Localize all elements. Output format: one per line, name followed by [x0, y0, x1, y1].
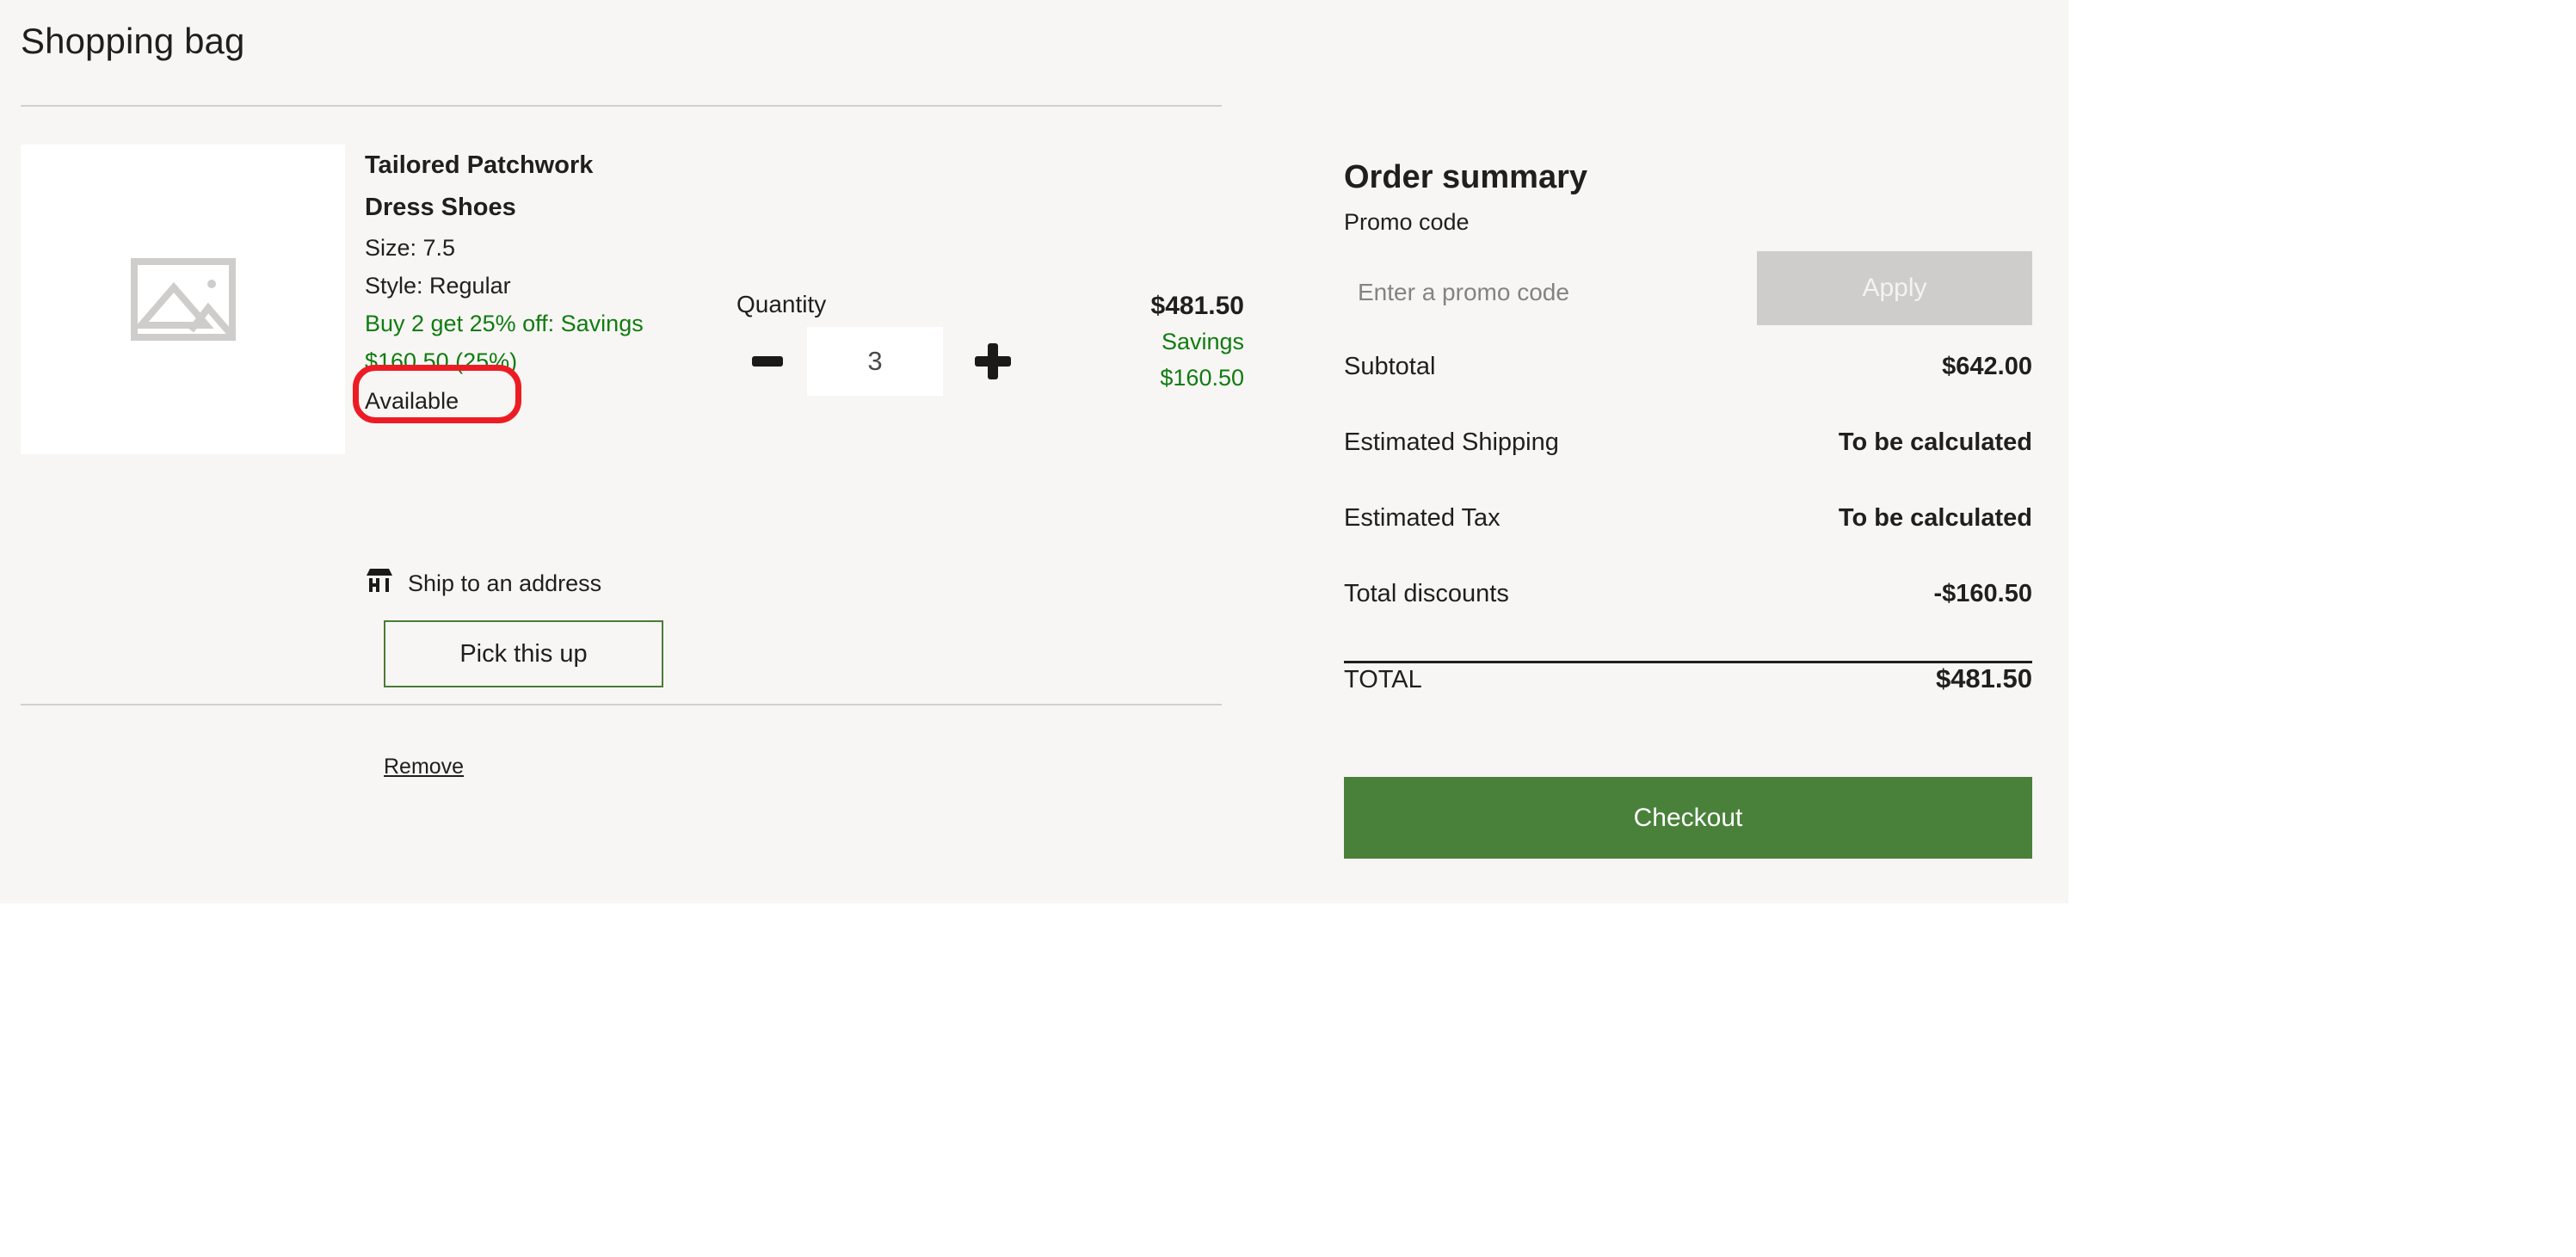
summary-rows: Subtotal $642.00 Estimated Shipping To b… [1344, 353, 2032, 739]
summary-row-subtotal: Subtotal $642.00 [1344, 353, 2032, 428]
summary-value: -$160.50 [1933, 580, 2033, 607]
order-summary-title: Order summary [1344, 159, 1588, 195]
summary-label: Estimated Shipping [1344, 428, 1559, 456]
availability-status: Available [365, 388, 459, 414]
store-icon [365, 568, 394, 598]
divider-top [21, 105, 1222, 107]
image-placeholder-icon [130, 258, 236, 341]
product-thumbnail[interactable] [21, 145, 345, 454]
item-savings-amount: $160.50 [1160, 365, 1244, 391]
summary-row-tax: Estimated Tax To be calculated [1344, 504, 2032, 580]
bag-header: Shopping bag [21, 19, 1222, 64]
fulfillment-row: Ship to an address [365, 568, 601, 598]
summary-row-total: TOTAL $481.50 [1344, 663, 2032, 739]
availability-wrapper: Available [353, 365, 521, 423]
total-value: $481.50 [1935, 663, 2032, 693]
summary-value: To be calculated [1838, 428, 2032, 456]
divider-bottom [21, 704, 1222, 706]
summary-row-shipping: Estimated Shipping To be calculated [1344, 428, 2032, 504]
quantity-input[interactable] [807, 327, 943, 396]
fulfillment-label: Ship to an address [408, 570, 602, 596]
page-title: Shopping bag [21, 21, 245, 61]
promo-code-input[interactable] [1344, 256, 1740, 329]
summary-row-discounts: Total discounts -$160.50 [1344, 580, 2032, 656]
promo-code-label: Promo code [1344, 209, 1470, 235]
product-promotion: Buy 2 get 25% off: Savings $160.50 (25%) [365, 311, 644, 374]
summary-label: Subtotal [1344, 353, 1436, 380]
content-panel: Shopping bag Tailored Patchwork Dress Sh… [0, 0, 2068, 903]
remove-item-link[interactable]: Remove [384, 753, 464, 780]
summary-value: $642.00 [1942, 353, 2032, 380]
price-column: $481.50 Savings $160.50 [984, 289, 1244, 396]
checkout-button[interactable]: Checkout [1344, 777, 2032, 859]
total-label: TOTAL [1344, 666, 1422, 693]
product-name[interactable]: Tailored Patchwork Dress Shoes [365, 145, 657, 229]
summary-label: Total discounts [1344, 580, 1509, 607]
pick-this-up-button[interactable]: Pick this up [384, 620, 663, 687]
promo-code-row: Apply [1344, 251, 2032, 334]
cart-line-item: Tailored Patchwork Dress Shoes Size: 7.5… [21, 145, 1244, 779]
shopping-bag-page: Shopping bag Tailored Patchwork Dress Sh… [0, 0, 2576, 1257]
item-price: $481.50 [1150, 292, 1244, 320]
item-savings-label: Savings [1161, 329, 1244, 354]
summary-value: To be calculated [1838, 504, 2032, 532]
decrease-quantity-button[interactable] [736, 330, 798, 392]
product-details: Tailored Patchwork Dress Shoes Size: 7.5… [353, 145, 709, 423]
summary-label: Estimated Tax [1344, 504, 1501, 532]
minus-icon [752, 356, 783, 367]
order-summary-panel: Order summary Promo code Apply Subtotal … [1344, 157, 2032, 859]
product-size: Size: 7.5 [365, 235, 456, 261]
apply-promo-button[interactable]: Apply [1757, 251, 2032, 325]
product-style: Style: Regular [365, 273, 511, 299]
